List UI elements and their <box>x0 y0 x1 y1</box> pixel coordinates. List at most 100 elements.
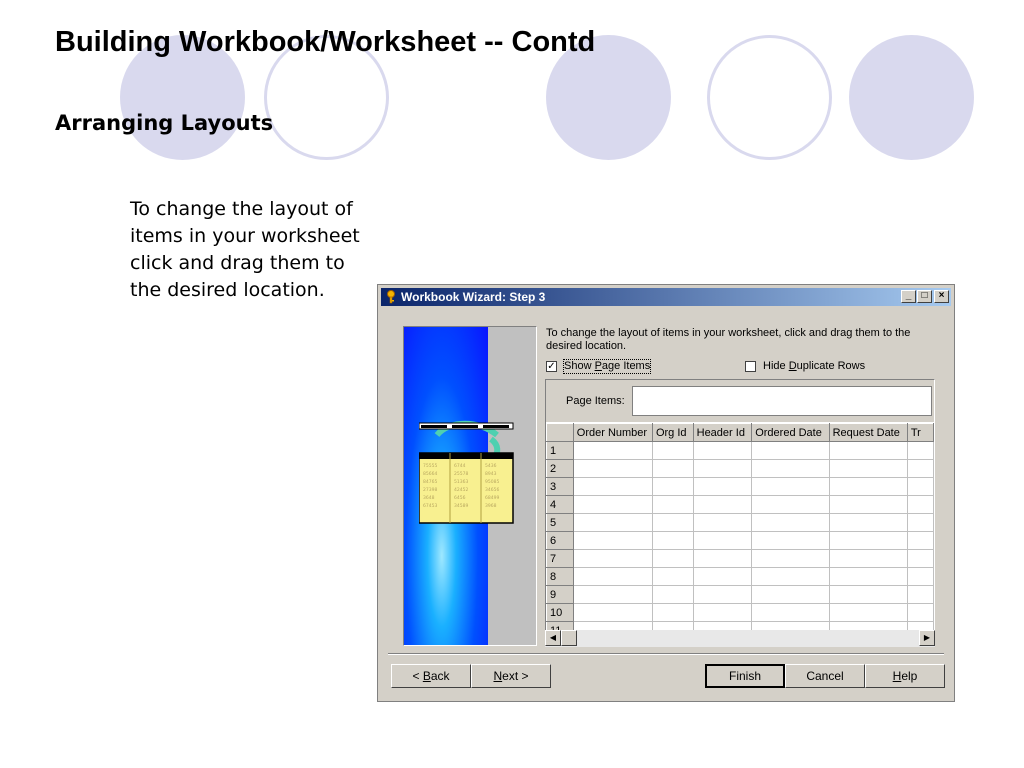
table-cell[interactable] <box>828 459 908 478</box>
table-cell[interactable] <box>906 603 934 622</box>
table-cell[interactable] <box>906 513 934 532</box>
table-cell[interactable] <box>651 603 694 622</box>
table-cell[interactable] <box>828 567 908 586</box>
table-cell[interactable] <box>692 531 753 550</box>
table-cell[interactable] <box>651 531 694 550</box>
table-cell[interactable] <box>828 477 908 496</box>
table-cell[interactable] <box>751 531 830 550</box>
column-header[interactable]: Order Number <box>572 423 653 442</box>
hide-duplicate-rows-option[interactable]: Hide Duplicate Rows <box>745 360 885 374</box>
table-cell[interactable] <box>692 567 753 586</box>
table-cell[interactable] <box>751 567 830 586</box>
table-cell[interactable] <box>828 441 908 460</box>
table-cell[interactable] <box>692 603 753 622</box>
table-cell[interactable] <box>651 585 694 604</box>
table-cell[interactable] <box>906 495 934 514</box>
table-cell[interactable] <box>692 459 753 478</box>
table-cell[interactable] <box>906 531 934 550</box>
scroll-thumb[interactable] <box>561 630 577 646</box>
table-cell[interactable] <box>651 567 694 586</box>
table-cell[interactable] <box>828 513 908 532</box>
table-cell[interactable] <box>692 585 753 604</box>
table-cell[interactable] <box>572 531 653 550</box>
row-header[interactable]: 9 <box>546 585 574 604</box>
table-cell[interactable] <box>751 441 830 460</box>
table-cell[interactable] <box>692 549 753 568</box>
table-cell[interactable] <box>906 585 934 604</box>
table-cell[interactable] <box>572 549 653 568</box>
column-header[interactable]: Request Date <box>828 423 908 442</box>
table-cell[interactable] <box>828 603 908 622</box>
table-cell[interactable] <box>572 459 653 478</box>
back-button[interactable]: < Back <box>391 664 471 688</box>
table-cell[interactable] <box>572 441 653 460</box>
table-cell[interactable] <box>572 495 653 514</box>
table-cell[interactable] <box>906 459 934 478</box>
table-cell[interactable] <box>651 549 694 568</box>
table-cell[interactable] <box>692 477 753 496</box>
table-cell[interactable] <box>651 477 694 496</box>
table-cell[interactable] <box>651 459 694 478</box>
table-cell[interactable] <box>572 585 653 604</box>
illustration-cell-text: 75555 <box>423 463 437 469</box>
table-cell[interactable] <box>751 585 830 604</box>
table-cell[interactable] <box>751 477 830 496</box>
table-cell[interactable] <box>906 549 934 568</box>
finish-button[interactable]: Finish <box>705 664 785 688</box>
row-header[interactable]: 1 <box>546 441 574 460</box>
table-cell[interactable] <box>572 603 653 622</box>
table-cell[interactable] <box>651 441 694 460</box>
table-cell[interactable] <box>651 495 694 514</box>
table-cell[interactable] <box>572 477 653 496</box>
maximize-button[interactable]: □ <box>917 290 932 303</box>
table-cell[interactable] <box>572 513 653 532</box>
wizard-illustration: 75555 6744 5436 85664 25578 8943 84765 51363 950… <box>403 326 537 646</box>
table-cell[interactable] <box>906 441 934 460</box>
table-cell[interactable] <box>692 513 753 532</box>
hide-duplicate-rows-checkbox[interactable] <box>745 361 756 372</box>
worksheet-grid[interactable]: Page Items: Order Number Org Id Header I… <box>545 379 935 647</box>
table-cell[interactable] <box>906 567 934 586</box>
show-page-items-checkbox[interactable]: ✓ <box>546 361 557 372</box>
row-header[interactable]: 4 <box>546 495 574 514</box>
column-header[interactable]: Tr <box>906 423 934 442</box>
scroll-left-icon[interactable]: ◀ <box>545 630 561 646</box>
page-items-bar: Page Items: <box>546 380 934 422</box>
page-items-drop-area[interactable] <box>632 386 932 416</box>
table-cell[interactable] <box>751 603 830 622</box>
table-cell[interactable] <box>751 459 830 478</box>
table-cell[interactable] <box>828 549 908 568</box>
dialog-titlebar[interactable]: Workbook Wizard: Step 3 _ □ × <box>381 288 951 306</box>
show-page-items-option[interactable]: ✓ Show Page Items <box>546 359 666 374</box>
table-cell[interactable] <box>751 495 830 514</box>
column-header[interactable]: Header Id <box>692 423 753 442</box>
row-header[interactable]: 6 <box>546 531 574 550</box>
close-button[interactable]: × <box>934 290 949 303</box>
table-cell[interactable] <box>828 531 908 550</box>
table-row: 8 <box>546 567 934 586</box>
table-cell[interactable] <box>751 513 830 532</box>
row-header[interactable]: 5 <box>546 513 574 532</box>
scroll-right-icon[interactable]: ▶ <box>919 630 935 646</box>
table-row: 10 <box>546 603 934 622</box>
table-cell[interactable] <box>828 585 908 604</box>
horizontal-scrollbar[interactable]: ◀ ▶ <box>545 630 935 647</box>
help-button[interactable]: Help <box>865 664 945 688</box>
column-header[interactable]: Org Id <box>651 423 694 442</box>
cancel-button[interactable]: Cancel <box>785 664 865 688</box>
table-cell[interactable] <box>572 567 653 586</box>
table-cell[interactable] <box>651 513 694 532</box>
table-cell[interactable] <box>751 549 830 568</box>
column-header[interactable]: Ordered Date <box>751 423 830 442</box>
table-cell[interactable] <box>692 441 753 460</box>
next-button[interactable]: Next > <box>471 664 551 688</box>
table-cell[interactable] <box>906 477 934 496</box>
row-header[interactable]: 10 <box>546 603 574 622</box>
row-header[interactable]: 7 <box>546 549 574 568</box>
row-header[interactable]: 3 <box>546 477 574 496</box>
table-cell[interactable] <box>828 495 908 514</box>
minimize-button[interactable]: _ <box>901 290 916 303</box>
row-header[interactable]: 8 <box>546 567 574 586</box>
table-cell[interactable] <box>692 495 753 514</box>
row-header[interactable]: 2 <box>546 459 574 478</box>
